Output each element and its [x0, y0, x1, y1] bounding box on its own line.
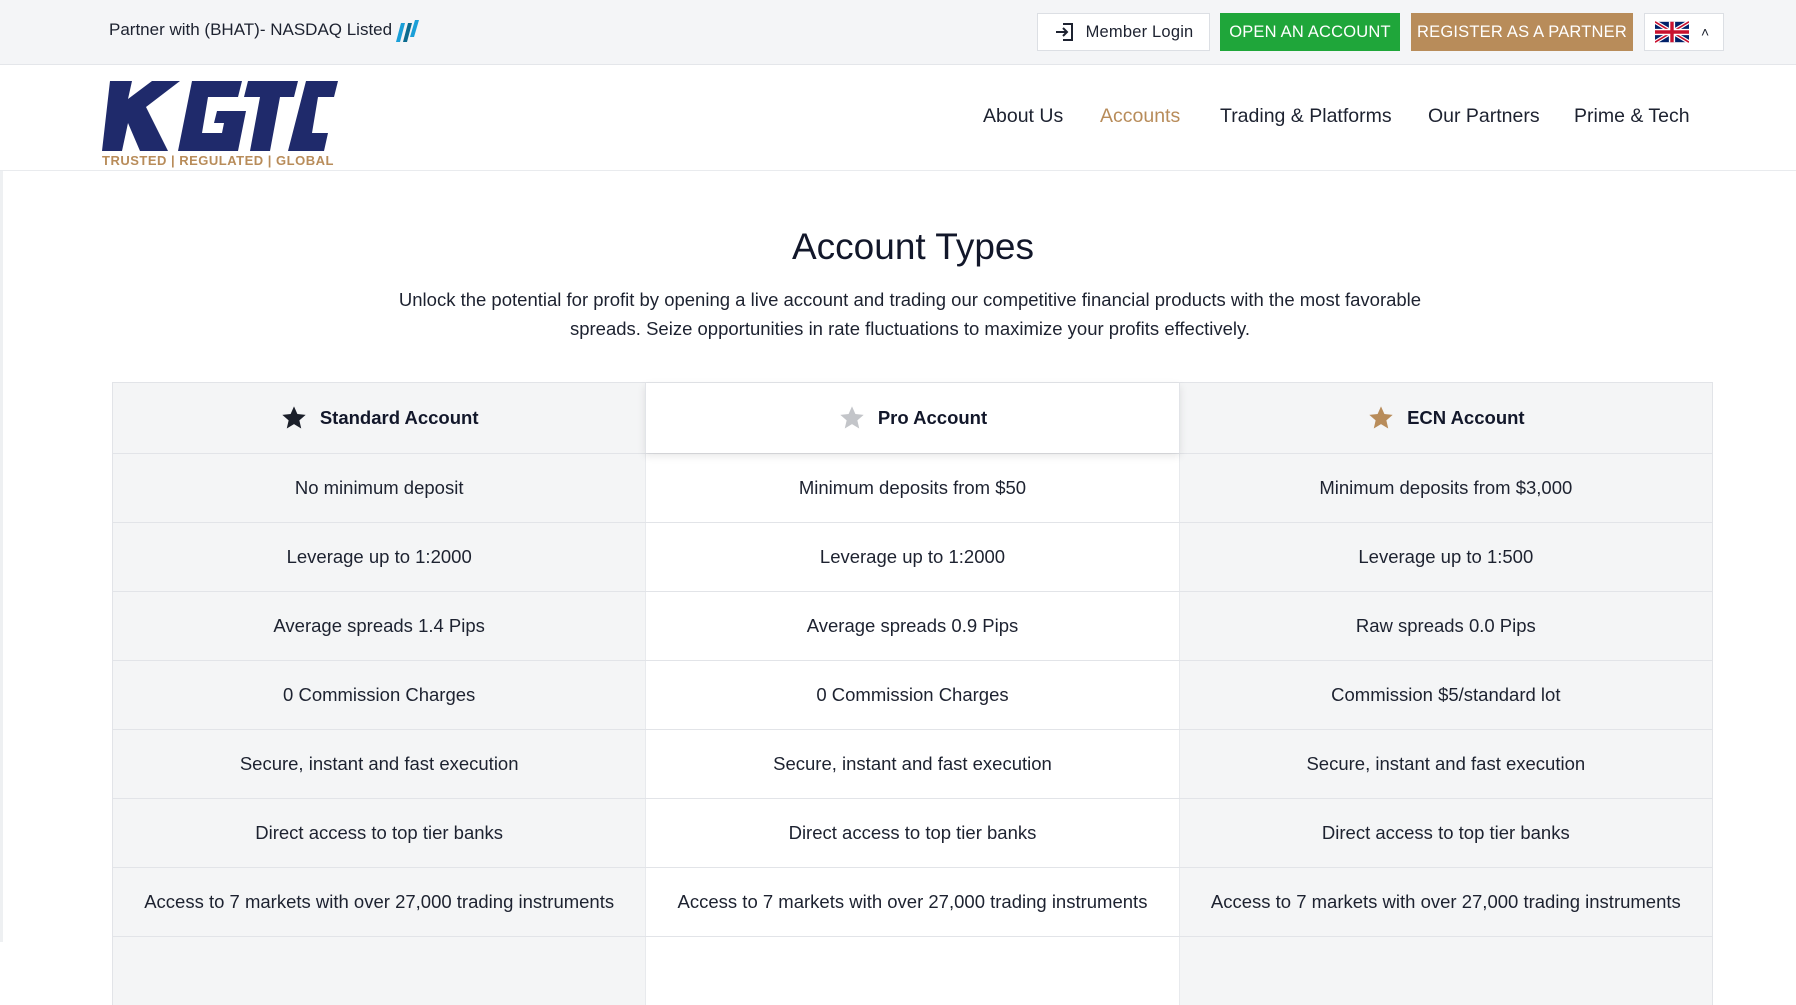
table-cell: No minimum deposit	[113, 454, 646, 522]
table-cell: Raw spreads 0.0 Pips	[1179, 592, 1712, 660]
member-login-label: Member Login	[1085, 22, 1194, 41]
table-cell	[113, 937, 646, 1005]
page-intro: Unlock the potential for profit by openi…	[360, 285, 1460, 343]
site-logo[interactable]: TRUSTED | REGULATED | GLOBAL	[102, 75, 342, 168]
nav-trading-platforms[interactable]: Trading & Platforms	[1220, 105, 1392, 128]
table-cell: Leverage up to 1:2000	[113, 523, 646, 591]
tab-standard-account[interactable]: Standard Account	[113, 383, 646, 453]
table-cell: Commission $5/standard lot	[1179, 661, 1712, 729]
login-icon	[1055, 23, 1073, 41]
table-row: Access to 7 markets with over 27,000 tra…	[113, 867, 1712, 936]
table-row: No minimum deposit Minimum deposits from…	[113, 453, 1712, 522]
table-cell: Direct access to top tier banks	[1179, 799, 1712, 867]
partner-text: Partner with (BHAT)- NASDAQ Listed	[109, 20, 393, 39]
table-header-row: Standard Account Pro Account ECN Account	[113, 383, 1712, 453]
table-cell: Leverage up to 1:500	[1179, 523, 1712, 591]
table-cell: Average spreads 1.4 Pips	[113, 592, 646, 660]
table-row: Direct access to top tier banks Direct a…	[113, 798, 1712, 867]
nav-prime-tech[interactable]: Prime & Tech	[1574, 105, 1690, 128]
star-icon	[282, 406, 306, 429]
uk-flag-icon	[1655, 21, 1689, 43]
nasdaq-logo-icon	[396, 20, 419, 42]
nav-our-partners[interactable]: Our Partners	[1428, 105, 1540, 128]
language-selector[interactable]: ˄	[1644, 13, 1724, 51]
table-cell: Direct access to top tier banks	[645, 799, 1180, 867]
open-account-label: OPEN AN ACCOUNT	[1229, 22, 1391, 41]
register-partner-label: REGISTER AS A PARTNER	[1417, 22, 1627, 41]
kgtc-logo-mark	[102, 81, 338, 151]
table-cell: Direct access to top tier banks	[113, 799, 646, 867]
star-icon	[840, 406, 864, 429]
top-bar: Partner with (BHAT)- NASDAQ Listed Membe…	[0, 0, 1796, 65]
table-cell: Access to 7 markets with over 27,000 tra…	[1179, 868, 1712, 936]
table-cell: Secure, instant and fast execution	[645, 730, 1180, 798]
pro-account-label: Pro Account	[877, 407, 988, 428]
page-title: Account Types	[791, 226, 1035, 267]
table-cell: Minimum deposits from $50	[645, 454, 1180, 522]
nav-accounts[interactable]: Accounts	[1100, 105, 1180, 128]
standard-account-label: Standard Account	[319, 407, 479, 428]
logo-tagline: TRUSTED | REGULATED | GLOBAL	[102, 153, 334, 168]
register-partner-button[interactable]: REGISTER AS A PARTNER	[1411, 13, 1633, 51]
table-cell: Average spreads 0.9 Pips	[645, 592, 1180, 660]
table-cell: Leverage up to 1:2000	[645, 523, 1180, 591]
table-cell: 0 Commission Charges	[645, 661, 1180, 729]
table-cell	[1179, 937, 1712, 1005]
table-cell	[645, 937, 1180, 1005]
account-comparison-table: Standard Account Pro Account ECN Account…	[112, 382, 1713, 1005]
table-cell: Secure, instant and fast execution	[1179, 730, 1712, 798]
open-account-button[interactable]: OPEN AN ACCOUNT	[1220, 13, 1400, 51]
tab-ecn-account[interactable]: ECN Account	[1179, 383, 1712, 453]
star-icon	[1369, 406, 1393, 429]
intro-line-2: spreads. Seize opportunities in rate flu…	[569, 318, 1251, 339]
table-row: Secure, instant and fast execution Secur…	[113, 729, 1712, 798]
table-cell: Minimum deposits from $3,000	[1179, 454, 1712, 522]
nav-about-us[interactable]: About Us	[983, 105, 1063, 128]
table-row: Average spreads 1.4 Pips Average spreads…	[113, 591, 1712, 660]
table-cell: 0 Commission Charges	[113, 661, 646, 729]
intro-line-1: Unlock the potential for profit by openi…	[398, 289, 1422, 310]
table-cell: Access to 7 markets with over 27,000 tra…	[113, 868, 646, 936]
table-cell: Secure, instant and fast execution	[113, 730, 646, 798]
ecn-account-label: ECN Account	[1407, 407, 1525, 428]
member-login-button[interactable]: Member Login	[1037, 13, 1210, 51]
table-row	[113, 936, 1712, 1005]
main-header: TRUSTED | REGULATED | GLOBAL About Us Ac…	[0, 65, 1796, 171]
chevron-up-icon: ˄	[1701, 24, 1710, 40]
table-row: Leverage up to 1:2000 Leverage up to 1:2…	[113, 522, 1712, 591]
table-row: 0 Commission Charges 0 Commission Charge…	[113, 660, 1712, 729]
table-cell: Access to 7 markets with over 27,000 tra…	[645, 868, 1180, 936]
page-left-edge	[0, 64, 3, 942]
tab-pro-account[interactable]: Pro Account	[645, 383, 1180, 453]
